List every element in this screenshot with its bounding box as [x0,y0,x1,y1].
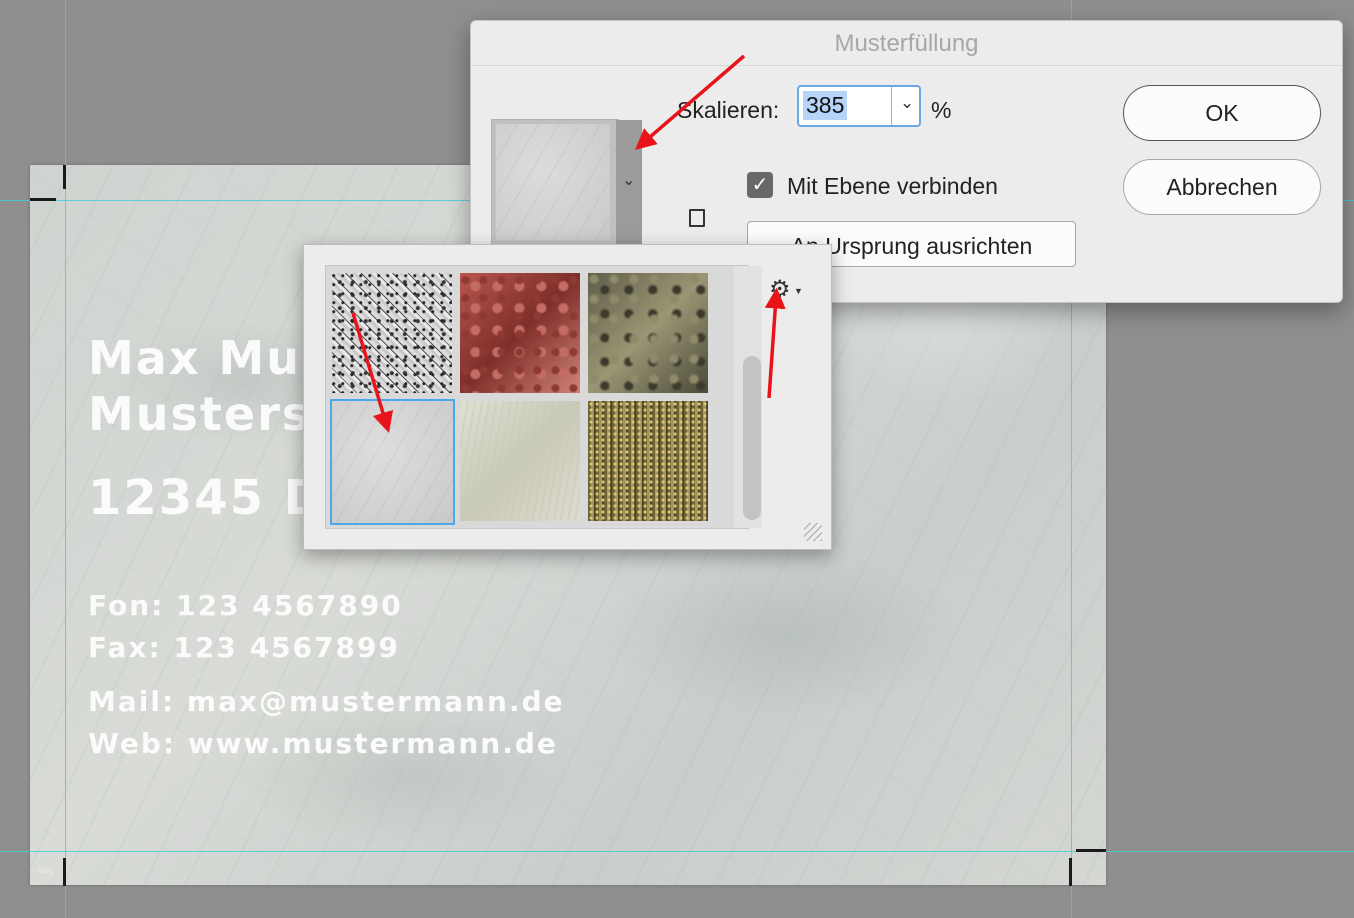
caret-down-icon[interactable]: ▼ [794,286,803,296]
combobox-divider [891,87,892,125]
corner-mark: blog [38,866,54,875]
pattern-dropdown-button[interactable]: ⌄ [616,120,642,244]
link-layer-label: Mit Ebene verbinden [787,173,998,199]
chevron-down-icon[interactable]: ⌄ [900,93,914,113]
pattern-scrollbar[interactable] [734,266,762,528]
crop-mark [63,165,66,189]
ok-button[interactable]: OK [1123,85,1321,141]
card-name: Max Mus Musterst [88,330,335,442]
scale-label: Skalieren: [677,97,780,123]
crop-mark [63,858,66,886]
pattern-preview-image [496,124,610,240]
card-name-line1: Max Mus [88,331,331,385]
gear-icon[interactable]: ⚙ [769,275,791,304]
scrollbar-thumb[interactable] [743,356,761,520]
title-divider [471,65,1342,66]
percent-label: % [931,97,952,123]
guide-vertical-left[interactable] [65,0,66,918]
crop-mark [1069,858,1072,886]
chevron-down-icon: ⌄ [622,172,636,189]
pattern-tile-gold-mosaic[interactable] [587,400,709,522]
card-web: Web: www.mustermann.de [88,727,558,760]
pattern-tile-granite[interactable] [331,272,453,394]
pattern-picker-popup: ⚙ ▼ [303,244,832,550]
pattern-tile-white-stone[interactable] [459,400,581,522]
link-layer-checkbox[interactable]: ✓ [747,172,773,198]
cancel-button[interactable]: Abbrechen [1123,159,1321,215]
pattern-tile-red-rock[interactable] [459,272,581,394]
pattern-preview-swatch[interactable]: ⌄ [491,119,642,245]
dialog-title: Musterfüllung [834,30,979,57]
guide-horizontal-bottom[interactable] [0,851,1354,852]
scale-input[interactable]: 385 [803,91,848,120]
new-preset-icon[interactable] [689,209,705,227]
crop-mark [30,198,56,201]
pattern-tile-mossy-stone[interactable] [587,272,709,394]
crop-mark [1076,849,1106,852]
card-fax: Fax: 123 4567899 [88,631,400,664]
card-mail: Mail: max@mustermann.de [88,685,565,718]
card-fon: Fon: 123 4567890 [88,589,403,622]
pattern-tile-light-marble[interactable] [330,399,455,525]
scale-combobox[interactable]: 385 ⌄ [797,85,921,127]
card-name-line2: Musterst [88,387,336,441]
resize-grip-icon[interactable] [804,523,822,541]
pattern-grid [325,265,762,529]
